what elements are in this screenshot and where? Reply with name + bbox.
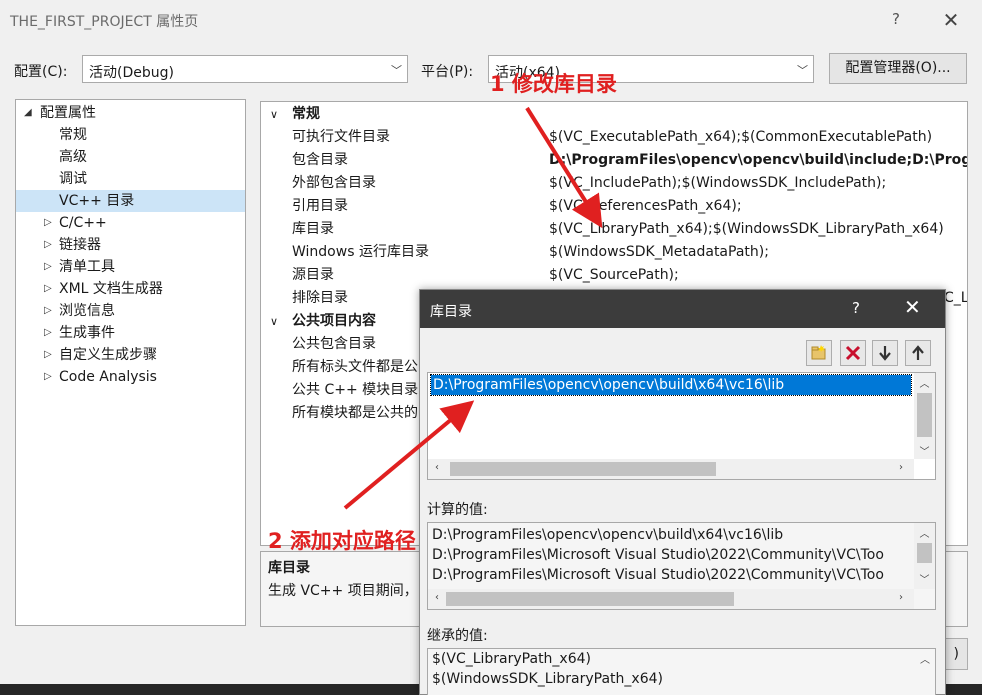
arrow-to-library-row: [525, 106, 603, 229]
arrow-to-list-entry: [343, 400, 475, 510]
annotation-arrows: [343, 106, 603, 510]
